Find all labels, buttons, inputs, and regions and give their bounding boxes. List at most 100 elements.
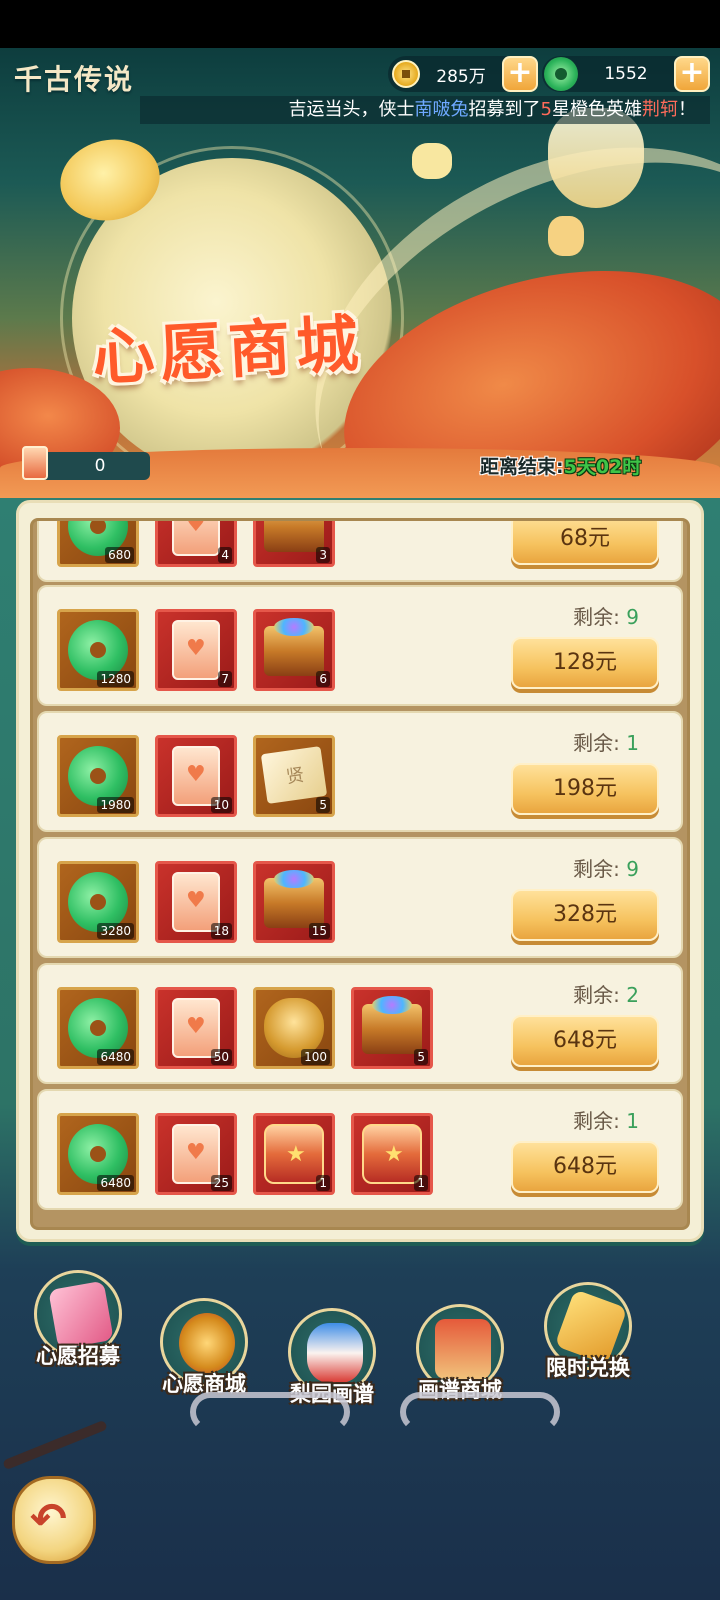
announcement-ticker: 吉运当头，侠士南啵兔招募到了5星橙色英雄荆轲！ [140, 96, 710, 124]
wish-scroll-icon [172, 620, 220, 680]
banner-title: 心愿商城 [90, 306, 367, 395]
countdown-value: 5天02时 [563, 456, 642, 478]
item-count: 100 [301, 1049, 330, 1065]
treasure-chest-icon [264, 618, 324, 676]
shop-item[interactable]: 18 [155, 861, 237, 943]
nav-label: 心愿招募 [36, 1344, 120, 1368]
shop-row: 1280 7 6 剩余: 9 128元 [37, 585, 683, 706]
shop-item[interactable]: 5 [253, 735, 335, 817]
shop-item[interactable]: 25 [155, 1113, 237, 1195]
ticker-player: 南啵兔 [414, 99, 469, 120]
shop-item[interactable]: 10 [155, 735, 237, 817]
item-count: 6 [316, 671, 330, 687]
shop-item[interactable]: 50 [155, 987, 237, 1069]
shop-item[interactable]: 5 [351, 987, 433, 1069]
shop-item[interactable]: 15 [253, 861, 335, 943]
coin-value: 285万 [436, 66, 486, 87]
sage-scroll-icon [260, 746, 328, 804]
back-arrow-icon: ↶ [30, 1494, 67, 1545]
countdown: 距离结束:5天02时 [480, 452, 641, 479]
item-count: 1 [316, 1175, 330, 1191]
shop-item[interactable]: 4 [155, 521, 237, 567]
jade-balance: 1552 + [542, 56, 710, 92]
shop-row: 6480 50 100 5 剩余: 2 648元 [37, 963, 683, 1084]
treasure-chest-icon [362, 996, 422, 1054]
remaining-stock: 剩余: 1 [521, 1105, 687, 1134]
shop-item[interactable]: 6480 [57, 1113, 139, 1195]
treasure-chest-icon [264, 521, 324, 552]
cloud-decoration [190, 1392, 350, 1432]
coin-icon [392, 60, 420, 88]
hero-chest-icon [264, 1124, 324, 1184]
shop-item[interactable]: 1980 [57, 735, 139, 817]
ticker-middle: 招募到了 [468, 99, 541, 120]
item-count: 1980 [97, 797, 134, 813]
add-jade-button[interactable]: + [674, 56, 710, 92]
coin-balance: 285万 + [388, 56, 538, 92]
back-button[interactable]: ↶ [4, 1460, 100, 1570]
ticker-suffix: 星橙色英雄 [552, 99, 642, 120]
remaining-stock: 剩余: 1 [521, 727, 687, 756]
ticker-end: ！ [678, 99, 696, 120]
price-button[interactable]: 648元 [511, 1015, 659, 1067]
nav-limited-exchange[interactable]: 限时兑换 [528, 1282, 648, 1382]
item-count: 1 [414, 1175, 428, 1191]
shop-row: 3280 18 15 剩余: 9 328元 [37, 837, 683, 958]
remaining-stock: 剩余: 9 [521, 601, 687, 630]
sky-lantern-decoration [548, 216, 584, 256]
treasure-chest-icon [264, 870, 324, 928]
opera-mask-icon [307, 1323, 363, 1383]
shop-item[interactable]: 680 [57, 521, 139, 567]
shop-item[interactable]: 3 [253, 521, 335, 567]
remaining-stock: 剩余: 9 [521, 853, 687, 882]
add-coins-button[interactable]: + [502, 56, 538, 92]
price-button[interactable]: 68元 [511, 521, 659, 565]
shop-item[interactable]: 3280 [57, 861, 139, 943]
remaining-value: 9 [626, 605, 639, 629]
shop-item[interactable]: 1 [253, 1113, 335, 1195]
item-count: 10 [210, 797, 232, 813]
item-count: 6480 [97, 1175, 134, 1191]
nav-wish-shop[interactable]: 心愿商城 [144, 1298, 264, 1398]
status-bar [0, 0, 720, 48]
jade-value: 1552 [604, 64, 648, 84]
price-button[interactable]: 328元 [511, 889, 659, 941]
item-count: 1280 [97, 671, 134, 687]
price-button[interactable]: 648元 [511, 1141, 659, 1193]
shop-item[interactable]: 1280 [57, 609, 139, 691]
countdown-label: 距离结束: [480, 456, 564, 478]
item-count: 3 [316, 547, 330, 563]
item-count: 25 [210, 1175, 232, 1191]
shop-item[interactable]: 100 [253, 987, 335, 1069]
shop-row: 1980 10 5 剩余: 1 198元 [37, 711, 683, 832]
remaining-label: 剩余: [573, 983, 620, 1007]
shop-item[interactable]: 6480 [57, 987, 139, 1069]
ticker-star: 5 [540, 99, 552, 120]
item-count: 3280 [97, 923, 134, 939]
nav-label: 限时兑换 [546, 1356, 630, 1380]
shop-row: 680 4 3 68元 [37, 521, 683, 582]
item-count: 18 [210, 923, 232, 939]
nav-gallery-shop[interactable]: 画谱商城 [400, 1304, 520, 1404]
item-count: 5 [316, 797, 330, 813]
wish-shop-icon [179, 1313, 235, 1373]
cloud-decoration [400, 1392, 560, 1432]
price-button[interactable]: 198元 [511, 763, 659, 815]
wish-ticket-icon [22, 446, 48, 480]
remaining-value: 1 [626, 1109, 639, 1133]
item-count: 680 [105, 547, 134, 563]
remaining-label: 剩余: [573, 731, 620, 755]
shop-item[interactable]: 1 [351, 1113, 433, 1195]
nav-wish-recruit[interactable]: 心愿招募 [18, 1270, 138, 1370]
item-count: 7 [218, 671, 232, 687]
ticker-hero: 荆轲 [642, 99, 678, 120]
sky-lantern-decoration [412, 143, 452, 179]
ticker-prefix: 吉运当头，侠士 [288, 99, 415, 120]
price-button[interactable]: 128元 [511, 637, 659, 689]
shop-list[interactable]: 680 4 3 68元 1280 7 6 剩余: 9 128元 1980 10 … [30, 518, 690, 1230]
item-count: 4 [218, 547, 232, 563]
shop-item[interactable]: 6 [253, 609, 335, 691]
shop-item[interactable]: 7 [155, 609, 237, 691]
ticket-count: 0 [94, 456, 106, 476]
remaining-label: 剩余: [573, 857, 620, 881]
